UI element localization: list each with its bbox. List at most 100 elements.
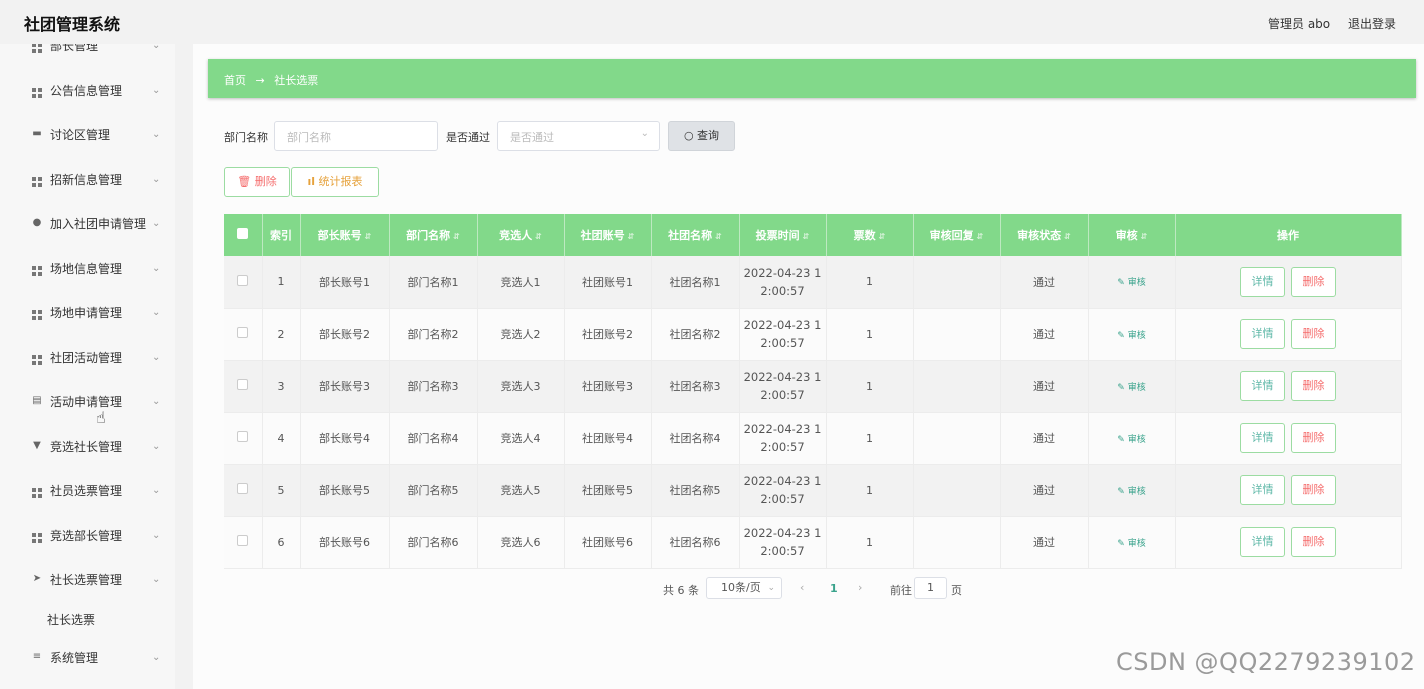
sidebar-item[interactable]: ➤ 社长选票管理 ⌄: [0, 559, 175, 599]
detail-button[interactable]: 详情: [1240, 371, 1285, 401]
row-checkbox[interactable]: [224, 464, 263, 517]
row-checkbox[interactable]: [224, 516, 263, 569]
detail-button[interactable]: 详情: [1240, 266, 1285, 297]
sidebar-item-label: 场地申请管理: [50, 305, 123, 320]
current-user[interactable]: 管理员 abo: [1268, 15, 1330, 32]
sidebar-item[interactable]: ● 加入社团申请管理 ⌄: [0, 203, 175, 243]
sidebar-item[interactable]: 社团活动管理 ⌄: [0, 337, 175, 377]
audit-link[interactable]: ✎ 审核: [1117, 487, 1145, 497]
chevron-down-icon: ⌄: [152, 651, 161, 663]
cell-dept: 部门名称2: [389, 308, 478, 361]
sort-icon: ⇵: [1064, 232, 1071, 241]
sidebar-item[interactable]: 竞选部长管理 ⌄: [0, 515, 175, 555]
page-size-select[interactable]: 10条/页 ⌄: [706, 577, 782, 599]
pass-select[interactable]: 是否通过 ⌄: [497, 121, 660, 151]
detail-button[interactable]: 详情: [1240, 423, 1285, 453]
sidebar-item[interactable]: 招新信息管理 ⌄: [0, 159, 175, 199]
sidebar-item[interactable]: 场地申请管理 ⌄: [0, 292, 175, 332]
detail-button[interactable]: 详情: [1240, 527, 1285, 557]
cell-account: 部长账号2: [300, 308, 390, 361]
goto-page-input[interactable]: 1: [914, 577, 947, 599]
sidebar-item[interactable]: 部长管理 ⌄: [0, 44, 175, 65]
chevron-down-icon: ⌄: [640, 128, 649, 139]
col-header-dept[interactable]: 部门名称 ⇵: [389, 214, 478, 256]
cell-audit: ✎ 审核: [1088, 256, 1176, 309]
col-header-audit[interactable]: 审核 ⇵: [1088, 214, 1176, 256]
grid-icon: [32, 44, 42, 53]
cell-vote-time: 2022-04-23 1 2:00:57: [739, 464, 827, 517]
col-header-club-account[interactable]: 社团账号 ⇵: [564, 214, 652, 256]
audit-link[interactable]: ✎ 审核: [1117, 331, 1145, 341]
row-checkbox[interactable]: [224, 308, 263, 361]
cell-votes: 1: [826, 256, 914, 309]
row-delete-button[interactable]: 删除: [1291, 266, 1336, 297]
cell-dept: 部门名称5: [389, 464, 478, 517]
audit-link[interactable]: ✎ 审核: [1117, 383, 1145, 393]
row-checkbox[interactable]: [224, 412, 263, 465]
grid-icon: [32, 530, 42, 543]
col-header-candidate[interactable]: 竞选人 ⇵: [477, 214, 565, 256]
select-all-checkbox[interactable]: [224, 214, 263, 256]
cell-dept: 部门名称3: [389, 360, 478, 413]
data-table: 索引 部长账号 ⇵ 部门名称 ⇵ 竞选人 ⇵ 社团账号 ⇵ 社团名称 ⇵ 投票时间 ⇵ 票数…: [224, 214, 1402, 569]
logout-link[interactable]: 退出登录: [1348, 15, 1396, 32]
cell-account: 部长账号4: [300, 412, 390, 465]
audit-link[interactable]: ✎ 审核: [1117, 278, 1145, 288]
cell-index: 3: [262, 360, 301, 413]
row-delete-button[interactable]: 删除: [1291, 423, 1336, 453]
stats-report-button[interactable]: ıl 统计报表: [291, 167, 379, 197]
row-checkbox[interactable]: [224, 360, 263, 413]
sidebar-item[interactable]: ≡ 系统管理 ⌄: [0, 637, 175, 677]
edit-icon: ✎: [1117, 278, 1125, 289]
next-page-icon[interactable]: ›: [858, 581, 862, 594]
col-header-vote-time[interactable]: 投票时间 ⇵: [739, 214, 827, 256]
row-delete-button[interactable]: 删除: [1291, 319, 1336, 349]
edit-icon: ✎: [1117, 538, 1125, 549]
dept-search-input[interactable]: 部门名称: [274, 121, 438, 151]
cell-status: 通过: [1000, 360, 1089, 413]
detail-button[interactable]: 详情: [1240, 475, 1285, 505]
sidebar-item[interactable]: 场地信息管理 ⌄: [0, 248, 175, 288]
col-header-status[interactable]: 审核状态 ⇵: [1000, 214, 1089, 256]
col-header-label: 部门名称: [406, 229, 451, 242]
row-delete-button[interactable]: 删除: [1291, 371, 1336, 401]
page-number-current[interactable]: 1: [830, 582, 838, 595]
row-delete-button[interactable]: 删除: [1291, 527, 1336, 557]
audit-link[interactable]: ✎ 审核: [1117, 435, 1145, 445]
vote-time-line2: 2:00:57: [760, 388, 805, 402]
col-header-reply[interactable]: 审核回复 ⇵: [913, 214, 1001, 256]
sidebar-item[interactable]: ▤ 活动申请管理 ⌄: [0, 381, 175, 421]
detail-button[interactable]: 详情: [1240, 319, 1285, 349]
col-header-votes[interactable]: 票数 ⇵: [826, 214, 914, 256]
breadcrumb-home[interactable]: 首页: [224, 74, 246, 87]
col-header-account[interactable]: 部长账号 ⇵: [300, 214, 390, 256]
watermark: CSDN @QQ2279239102: [1116, 648, 1416, 676]
cell-club-account: 社团账号3: [564, 360, 652, 413]
audit-link[interactable]: ✎ 审核: [1117, 539, 1145, 549]
cell-club-name: 社团名称2: [651, 308, 740, 361]
sidebar-item[interactable]: 公告信息管理 ⌄: [0, 70, 175, 110]
prev-page-icon[interactable]: ‹: [800, 581, 804, 594]
row-delete-button[interactable]: 删除: [1291, 475, 1336, 505]
sidebar-subitem-president-ballot[interactable]: 社长选票: [47, 611, 95, 628]
table-row: 6 部长账号6 部门名称6 竞选人6 社团账号6 社团名称6 2022-04-23 1 2:0…: [224, 516, 1402, 569]
dept-label: 部门名称: [224, 131, 268, 144]
sidebar-item[interactable]: ▼ 竞选社长管理 ⌄: [0, 426, 175, 466]
sidebar-item[interactable]: ▬ 讨论区管理 ⌄: [0, 114, 175, 154]
sidebar-item-label: 部长管理: [50, 44, 99, 53]
cell-audit: ✎ 审核: [1088, 308, 1176, 361]
batch-delete-button[interactable]: 🗑︎ 删除: [224, 167, 290, 197]
cell-candidate: 竞选人3: [477, 360, 565, 413]
cell-club-name: 社团名称3: [651, 360, 740, 413]
hand-cursor-icon: ☝: [96, 408, 106, 427]
query-button[interactable]: ○ 查询: [668, 121, 735, 151]
edit-icon: ✎: [1117, 382, 1125, 393]
row-checkbox[interactable]: [224, 256, 263, 309]
cell-vote-time: 2022-04-23 1 2:00:57: [739, 516, 827, 569]
chevron-down-icon: ⌄: [767, 583, 775, 593]
col-header-club-name[interactable]: 社团名称 ⇵: [651, 214, 740, 256]
sidebar-item[interactable]: 社员选票管理 ⌄: [0, 470, 175, 510]
col-header-label: 投票时间: [755, 229, 800, 242]
sort-icon: ⇵: [1140, 232, 1148, 241]
cell-club-account: 社团账号4: [564, 412, 652, 465]
